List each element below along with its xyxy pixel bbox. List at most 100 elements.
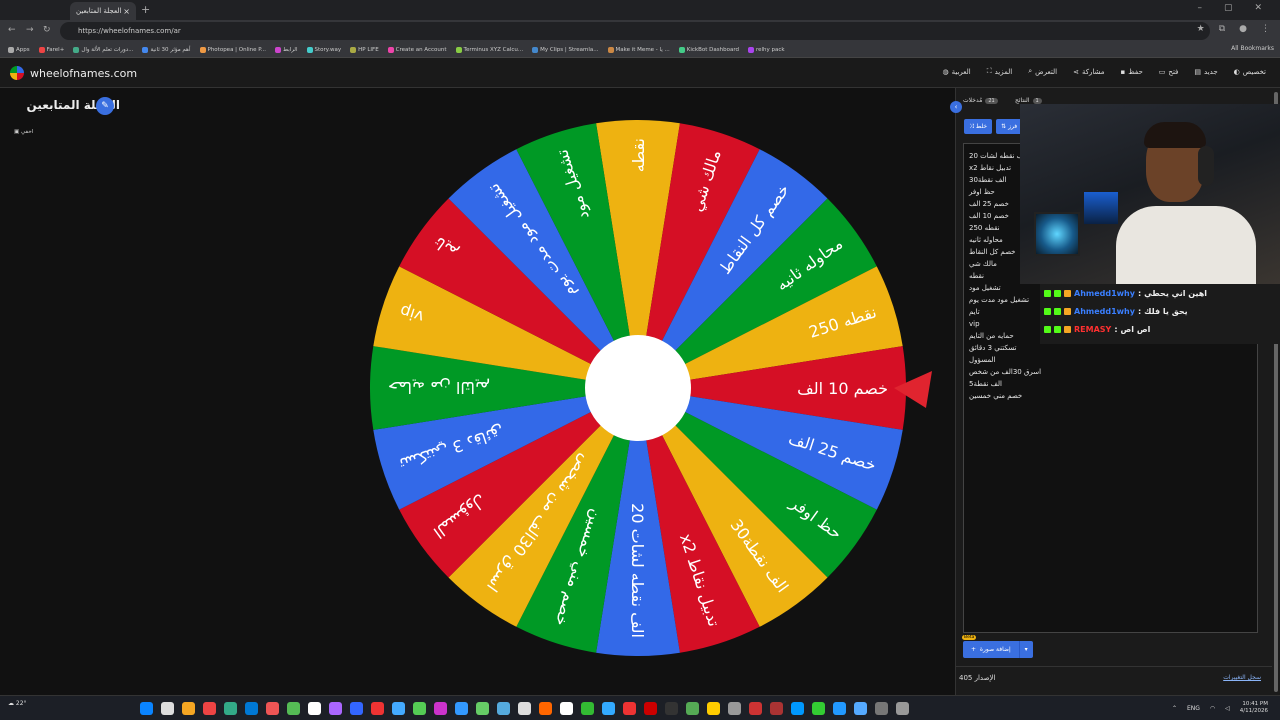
bookmark-item[interactable]: الرابط: [274, 46, 298, 53]
taskbar-app-icon[interactable]: [854, 702, 867, 715]
taskbar-app-icon[interactable]: [665, 702, 678, 715]
taskbar-app-icon[interactable]: [308, 702, 321, 715]
taskbar-app-icon[interactable]: [791, 702, 804, 715]
taskbar-app-icon[interactable]: [476, 702, 489, 715]
tab-results[interactable]: النتائج 1: [1015, 97, 1042, 104]
wheel-center-button[interactable]: [585, 335, 691, 441]
menu-item[interactable]: ◍ العربية: [942, 67, 970, 76]
browser-tab[interactable]: العجلة المتابعين ×: [70, 2, 136, 20]
taskbar-app-icon[interactable]: [329, 702, 342, 715]
bookmark-item[interactable]: Terminus XYZ Calcu...: [455, 46, 524, 53]
wifi-icon[interactable]: ◠: [1210, 705, 1215, 712]
add-image-button[interactable]: + إضافة صورة: [963, 641, 1019, 658]
taskbar-app-icon[interactable]: [245, 702, 258, 715]
taskbar-app-icon[interactable]: [455, 702, 468, 715]
taskbar-app-icon[interactable]: [623, 702, 636, 715]
taskbar-app-icon[interactable]: [560, 702, 573, 715]
taskbar-app-icon[interactable]: [728, 702, 741, 715]
bookmark-label: Terminus XYZ Calcu...: [463, 46, 524, 53]
taskbar-app-icon[interactable]: [203, 702, 216, 715]
taskbar-app-icon[interactable]: [266, 702, 279, 715]
taskbar-app-icon[interactable]: [497, 702, 510, 715]
taskbar-app-icon[interactable]: [161, 702, 174, 715]
sort-icon: ⇅: [1001, 123, 1007, 130]
bookmark-item[interactable]: Make it Meme - يا ...: [607, 46, 670, 53]
menu-item[interactable]: ◐ تخصيص: [1234, 67, 1266, 76]
sort-button[interactable]: ⇅ فرز: [996, 119, 1023, 134]
spinning-wheel[interactable]: نقطه مالك شيخصم كل النقاطمحاوله ثانيهنقطه…: [368, 118, 938, 688]
close-tab-icon[interactable]: ×: [123, 7, 130, 16]
extensions-icon[interactable]: ⧉: [1219, 24, 1225, 34]
menu-item[interactable]: ▤ جديد: [1194, 67, 1217, 76]
profile-icon[interactable]: ●: [1239, 24, 1247, 34]
bookmark-item[interactable]: أهم مؤثر 30 ثانية: [142, 46, 191, 53]
taskbar-app-icon[interactable]: [182, 702, 195, 715]
taskbar-app-icon[interactable]: [896, 702, 909, 715]
bookmark-item[interactable]: دورات تعلم الألة وال...: [73, 46, 133, 53]
taskbar-app-icon[interactable]: [602, 702, 615, 715]
close-window-icon[interactable]: ✕: [1254, 3, 1262, 13]
language-indicator[interactable]: ENG: [1187, 705, 1200, 712]
bookmark-item[interactable]: HP LIFE: [350, 46, 379, 53]
taskbar-app-icon[interactable]: [875, 702, 888, 715]
bookmark-item[interactable]: Apps: [8, 46, 30, 53]
bookmark-item[interactable]: relhy pack: [748, 46, 785, 53]
chat-badge-icon: [1064, 289, 1071, 297]
taskbar-app-icon[interactable]: [812, 702, 825, 715]
taskbar-app-icon[interactable]: [833, 702, 846, 715]
taskbar-app-icon[interactable]: [770, 702, 783, 715]
taskbar-app-icon[interactable]: [140, 702, 153, 715]
taskbar-app-icon[interactable]: [350, 702, 363, 715]
weather-widget[interactable]: ☁ 22°: [8, 700, 27, 707]
taskbar-app-icon[interactable]: [749, 702, 762, 715]
taskbar-app-icon[interactable]: [539, 702, 552, 715]
tab-results-label: النتائج: [1015, 97, 1030, 104]
browser-menu-icon[interactable]: ⋮: [1261, 24, 1270, 34]
taskbar-app-icon[interactable]: [581, 702, 594, 715]
collapse-panel-icon[interactable]: ‹: [950, 101, 962, 113]
menu-item[interactable]: ⛶ المزيد: [987, 67, 1013, 76]
new-tab-icon[interactable]: +: [141, 3, 150, 16]
tab-entries[interactable]: مُدخلات 21: [963, 97, 998, 104]
taskbar-app-icon[interactable]: [707, 702, 720, 715]
bookmark-item[interactable]: KickBot Dashboard: [678, 46, 739, 53]
menu-item[interactable]: ⌕ التعرض: [1028, 67, 1057, 76]
menu-item[interactable]: ▭ فتح: [1159, 67, 1179, 76]
clock[interactable]: 10:41 PM 4/11/2026: [1240, 701, 1268, 715]
volume-icon[interactable]: ◁: [1225, 705, 1230, 712]
shuffle-button[interactable]: ⤨ خلط: [964, 119, 993, 134]
tab-entries-label: مُدخلات: [963, 97, 983, 104]
bookmark-item[interactable]: Photopea | Online P...: [199, 46, 266, 53]
add-image-dropdown[interactable]: ▾: [1018, 641, 1033, 658]
bookmark-star-icon[interactable]: ★: [1197, 24, 1205, 34]
taskbar-app-icon[interactable]: [413, 702, 426, 715]
maximize-icon[interactable]: ▢: [1224, 3, 1233, 13]
bookmark-item[interactable]: Create an Account: [387, 46, 447, 53]
bookmark-item[interactable]: Story.way: [306, 46, 341, 53]
taskbar-app-icon[interactable]: [644, 702, 657, 715]
url-input[interactable]: https://wheelofnames.com/ar: [60, 22, 1210, 40]
taskbar-app-icon[interactable]: [686, 702, 699, 715]
taskbar-app-icon[interactable]: [434, 702, 447, 715]
menu-item[interactable]: ▪ حفظ: [1121, 67, 1143, 76]
changelog-link[interactable]: سجل التغييرات: [1223, 674, 1261, 681]
bookmark-item[interactable]: Farel+: [38, 46, 64, 53]
site-logo[interactable]: wheelofnames.com: [10, 66, 137, 80]
tray-chevron-icon[interactable]: ⌃: [1172, 705, 1177, 712]
menu-item[interactable]: ⋖ مشاركة: [1073, 67, 1104, 76]
all-bookmarks-button[interactable]: All Bookmarks: [1231, 45, 1274, 52]
edit-title-button[interactable]: ✎: [96, 97, 114, 115]
back-icon[interactable]: ←: [8, 25, 16, 35]
browser-tab-strip: العجلة المتابعين × + – ▢ ✕: [0, 0, 1280, 20]
taskbar-app-icon[interactable]: [224, 702, 237, 715]
taskbar-app-icon[interactable]: [287, 702, 300, 715]
taskbar-app-icon[interactable]: [392, 702, 405, 715]
taskbar-app-icon[interactable]: [518, 702, 531, 715]
taskbar-app-icon[interactable]: [371, 702, 384, 715]
forward-icon[interactable]: →: [26, 25, 34, 35]
shuffle-icon: ⤨: [969, 122, 974, 130]
hide-button[interactable]: ▣ اخفي: [14, 129, 33, 135]
reload-icon[interactable]: ↻: [43, 25, 51, 35]
bookmark-item[interactable]: My Clips | Streamla...: [532, 46, 599, 53]
minimize-icon[interactable]: –: [1197, 3, 1202, 13]
